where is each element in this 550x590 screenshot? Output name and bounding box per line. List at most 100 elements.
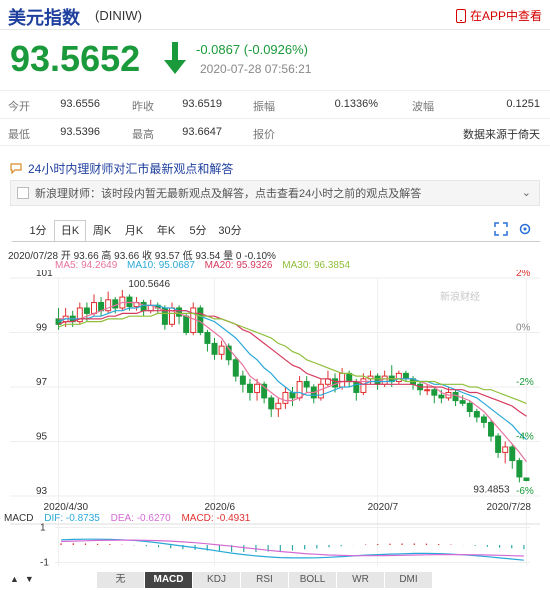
candle: [239, 370, 246, 393]
x-tick-label: 2020/7: [368, 502, 399, 513]
x-tick-label: 2020/6: [205, 502, 236, 513]
candle: [466, 400, 473, 417]
indicator-rsi[interactable]: RSI: [240, 572, 288, 588]
stats-table: 今开 93.6556 昨收 93.6519 振幅 0.1336% 波幅 0.12…: [0, 90, 550, 146]
scroll-right-icon[interactable]: ▼: [25, 574, 34, 584]
candle: [268, 395, 275, 417]
tab-1min[interactable]: 1分: [22, 220, 54, 242]
indicator-kdj[interactable]: KDJ: [192, 572, 240, 588]
stat-value: 93.5396: [60, 126, 100, 138]
candle: [480, 414, 487, 428]
candle: [410, 376, 417, 390]
quote-time: 2020-07-28 07:56:21: [200, 62, 312, 76]
tab-yearly-k[interactable]: 年K: [150, 220, 182, 242]
stat-value: 93.6519: [182, 98, 222, 110]
indicator-dmi[interactable]: DMI: [384, 572, 432, 588]
candle: [168, 302, 175, 328]
candle: [176, 305, 183, 325]
y-tick-label: 97: [36, 377, 48, 388]
candle: [452, 389, 459, 407]
tab-weekly-k[interactable]: 周K: [86, 220, 118, 242]
indicator-wr[interactable]: WR: [336, 572, 384, 588]
fullscreen-icon[interactable]: [494, 222, 508, 236]
candle: [488, 419, 494, 442]
ma5-line: [58, 301, 527, 463]
candle: [417, 381, 424, 396]
tab-monthly-k[interactable]: 月K: [118, 220, 150, 242]
candle: [516, 457, 523, 483]
stat-label: 振幅: [253, 101, 275, 113]
candle: [509, 444, 516, 469]
stat-value: 93.6647: [182, 126, 222, 138]
period-tabs: 1分 日K 周K 月K 年K 5分 30分: [22, 220, 246, 242]
candle: [211, 337, 218, 360]
candle: [473, 408, 480, 423]
low-label: 93.4853: [473, 484, 510, 495]
ma10-line: [58, 304, 527, 441]
advisor-news-header[interactable]: 24小时内理财师对汇市最新观点和解答: [10, 157, 540, 179]
right-tick-label: 0%: [516, 323, 531, 334]
candle: [218, 340, 225, 360]
x-tick-label: 2020/7/28: [486, 502, 531, 513]
candle: [197, 305, 204, 336]
candle: [395, 370, 402, 385]
candle: [495, 433, 502, 458]
macd-y-tick-label: -1: [40, 558, 49, 569]
macd-legend: MACD DIF: -0.8735 DEA: -0.6270 MACD: -0.…: [4, 513, 251, 524]
comment-icon: [10, 163, 22, 174]
candle: [282, 387, 289, 409]
candle: [119, 289, 126, 311]
stat-label: 报价: [253, 129, 275, 141]
phone-icon: [455, 8, 466, 23]
expand-icon[interactable]: ⌄: [522, 186, 531, 199]
candle: [303, 376, 310, 393]
candle: [76, 302, 83, 325]
current-price: 93.5652: [10, 38, 141, 79]
y-tick-label: 99: [36, 323, 48, 334]
right-tick-label: 2%: [516, 270, 531, 279]
y-tick-label: 101: [36, 270, 53, 279]
tab-5min[interactable]: 5分: [182, 220, 214, 242]
candle: [402, 370, 409, 382]
advisor-notice[interactable]: 新浪理财师：该时段内暂无最新观点及解答，点击查看24小时之前的观点及解答 ⌄: [10, 180, 540, 206]
high-label: 100.5646: [128, 279, 170, 290]
right-tick-label: -4%: [516, 432, 534, 443]
indicator-none[interactable]: 无: [96, 572, 144, 588]
candle: [246, 378, 253, 401]
right-tick-label: -6%: [516, 486, 534, 497]
stat-label: 今开: [8, 101, 30, 113]
candle: [289, 387, 296, 407]
candle: [147, 299, 154, 314]
indicator-boll[interactable]: BOLL: [288, 572, 336, 588]
down-arrow-icon: [164, 42, 186, 74]
header: 美元指数 (DINIW) 在APP中查看: [0, 0, 550, 30]
candle: [431, 387, 438, 404]
macd-y-tick-label: 1: [40, 523, 46, 534]
scroll-left-icon[interactable]: ▲: [10, 574, 19, 584]
candle: [133, 297, 140, 311]
candle: [105, 291, 112, 314]
y-tick-label: 93: [36, 486, 48, 497]
indicator-macd[interactable]: MACD: [144, 572, 192, 588]
candle: [232, 357, 239, 382]
candle: [161, 305, 168, 330]
stat-value: 93.6556: [60, 98, 100, 110]
stat-value: 0.1251: [506, 98, 540, 110]
scroll-arrows: ▲ ▼: [10, 574, 34, 584]
x-tick-label: 2020/4/30: [44, 502, 89, 513]
dif-label: DIF: -0.8735: [44, 513, 100, 524]
tab-30min[interactable]: 30分: [214, 220, 246, 242]
settings-gear-icon[interactable]: [518, 222, 532, 236]
right-tick-label: -2%: [516, 377, 534, 388]
stat-value: 0.1336%: [334, 98, 378, 110]
stat-label: 昨收: [132, 101, 154, 113]
candle: [98, 297, 105, 317]
stats-row: 今开 93.6556 昨收 93.6519 振幅 0.1336% 波幅 0.12…: [0, 90, 550, 118]
watermark: 新浪财经: [440, 290, 480, 303]
stats-row: 最低 93.5396 最高 93.6647 报价 数据来源于倚天: [0, 118, 550, 146]
page-title: 美元指数: [8, 8, 80, 28]
kline-chart[interactable]: 新浪财经 101 2% 99 0% 97 -2% 95 -4% 93 -6% 2020/4/30 20…: [0, 270, 550, 570]
tab-daily-k[interactable]: 日K: [54, 220, 86, 242]
open-in-app-link[interactable]: 在APP中查看: [455, 7, 542, 24]
stat-label: 最低: [8, 129, 30, 141]
